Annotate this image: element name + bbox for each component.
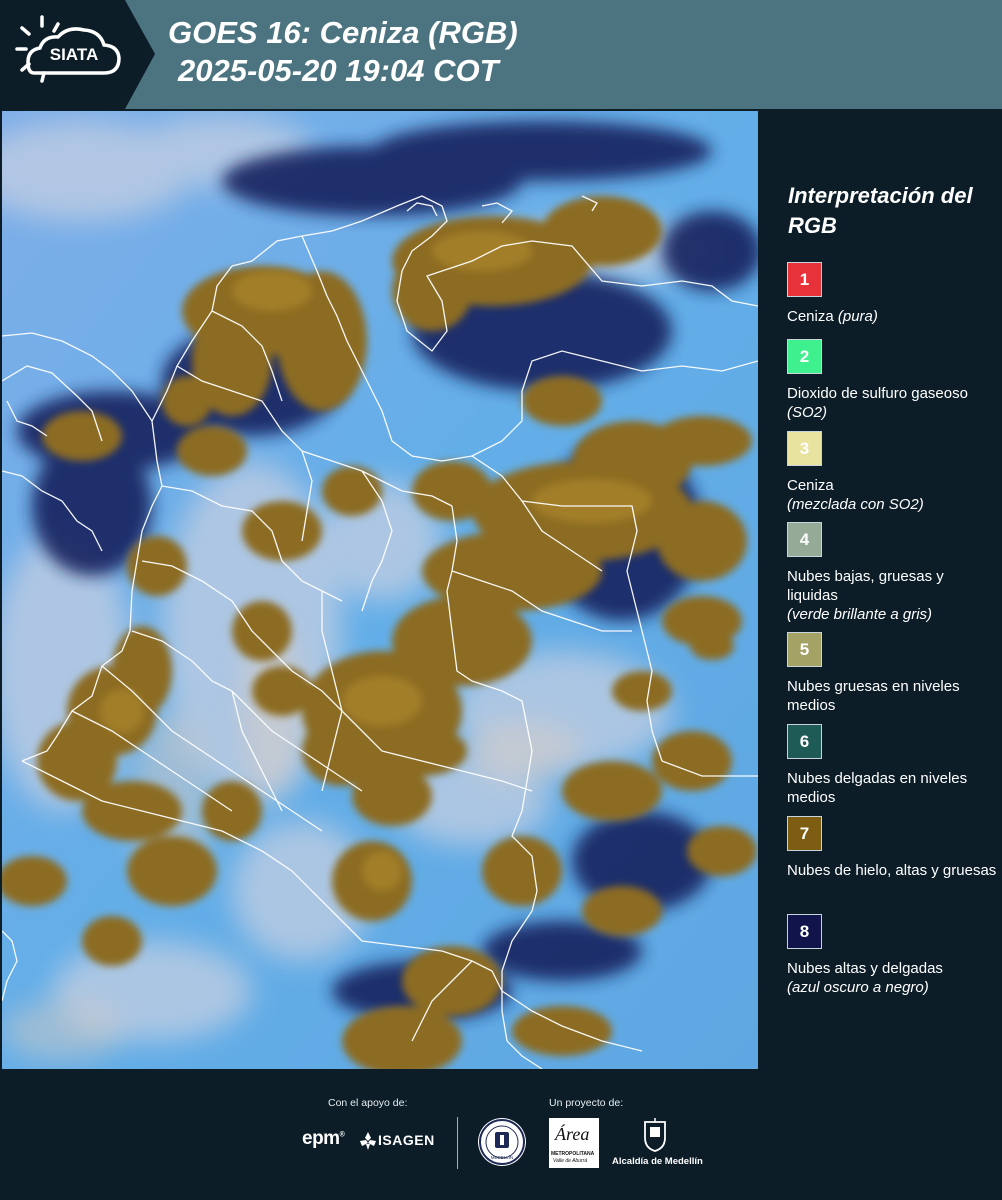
isagen-mark-icon	[360, 1132, 376, 1150]
legend-label-1: Ceniza (pura)	[787, 308, 878, 325]
legend-item-8: 8 Nubes altas y delgadas (azul oscuro a n…	[787, 914, 997, 997]
epm-logo: epm®	[302, 1128, 345, 1149]
legend-swatch-6: 6	[787, 724, 822, 759]
legend-swatch-4: 4	[787, 522, 822, 557]
legend-item-5: 5 Nubes gruesas en niveles medios	[787, 632, 997, 715]
legend-label-3: Ceniza (mezclada con SO2)	[787, 477, 924, 513]
legend-swatch-2: 2	[787, 339, 822, 374]
legend-label-8: Nubes altas y delgadas (azul oscuro a neg…	[787, 960, 943, 996]
svg-text:MEDELLÍN: MEDELLÍN	[491, 1154, 514, 1160]
legend-item-7: 7 Nubes de hielo, altas y gruesas	[787, 816, 997, 880]
siata-logo: SIATA	[0, 0, 155, 109]
legend-label-4: Nubes bajas, gruesas y liquidas (verde br…	[787, 568, 944, 623]
legend-swatch-3: 3	[787, 431, 822, 466]
legend-title: Interpretación del RGB	[788, 183, 973, 238]
legend-swatch-7: 7	[787, 816, 822, 851]
title-product: GOES 16: Ceniza (RGB)	[168, 15, 518, 50]
support-label: Con el apoyo de:	[328, 1097, 408, 1109]
title-datetime: 2025-05-20 19:04 COT	[178, 53, 499, 88]
legend-label-6: Nubes delgadas en niveles medios	[787, 770, 968, 806]
legend-item-3: 3 Ceniza (mezclada con SO2)	[787, 431, 997, 514]
legend-swatch-5: 5	[787, 632, 822, 667]
legend-label-5: Nubes gruesas en niveles medios	[787, 678, 960, 714]
legend-item-6: 6 Nubes delgadas en niveles medios	[787, 724, 997, 807]
seal-icon: MEDELLÍN	[479, 1119, 525, 1165]
page-title: GOES 16: Ceniza (RGB) 2025-05-20 19:04 C…	[168, 14, 518, 90]
legend-label-7: Nubes de hielo, altas y gruesas	[787, 862, 997, 879]
header-bar: SIATA GOES 16: Ceniza (RGB) 2025-05-20 1…	[0, 0, 1002, 109]
footer: Con el apoyo de: Un proyecto de: epm® IS…	[0, 1070, 1002, 1200]
legend-item-2: 2 Dioxido de sulfuro gaseoso (SO2)	[787, 339, 997, 422]
legend-item-1: 1 Ceniza (pura)	[787, 262, 997, 326]
project-label: Un proyecto de:	[549, 1097, 624, 1109]
coat-of-arms-icon	[644, 1118, 666, 1152]
medellin-seal-logo: MEDELLÍN	[478, 1118, 526, 1166]
legend-swatch-1: 1	[787, 262, 822, 297]
satellite-map	[0, 111, 762, 1076]
alcaldia-logo: Alcaldía de Medellín	[612, 1118, 703, 1170]
legend-label-2: Dioxido de sulfuro gaseoso (SO2)	[787, 385, 968, 421]
legend-swatch-8: 8	[787, 914, 822, 949]
legend-item-4: 4 Nubes bajas, gruesas y liquidas (verde …	[787, 522, 997, 624]
legend-panel: Interpretación del RGB 1 Ceniza (pura) 2…	[762, 111, 1002, 1069]
svg-text:SIATA: SIATA	[50, 45, 98, 64]
area-metropolitana-logo: Área METROPOLITANA Valle de Aburrá	[549, 1118, 599, 1168]
isagen-logo: ISAGEN	[360, 1131, 440, 1151]
footer-divider	[457, 1117, 458, 1169]
